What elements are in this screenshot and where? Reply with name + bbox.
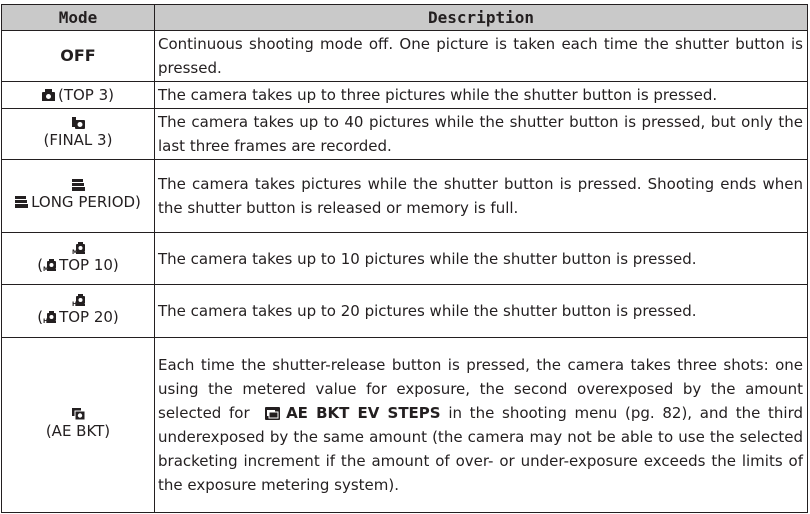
table-row: (TOP 3) The camera takes up to three pic… (1, 81, 808, 109)
shooting-menu-icon (265, 403, 281, 420)
mode-column-header: Mode (1, 4, 155, 31)
long-period-burst-icon (15, 196, 29, 208)
mode-label: (FINAL 3) (43, 131, 113, 149)
description-cell: The camera takes pictures while the shut… (154, 159, 808, 233)
mode-cell: (AE BKT) (1, 337, 155, 513)
mode-cell: OFF (1, 30, 155, 82)
mode-label: (TOP 3) (57, 86, 115, 104)
description-cell: The camera takes up to 10 pictures while… (154, 232, 808, 285)
table-row: (AE BKT) Each time the shutter-release b… (1, 337, 808, 513)
long-period-burst-icon (71, 179, 85, 191)
top20-burst-icon: H (43, 311, 57, 323)
menu-item-name: AE BKT EV STEPS (286, 404, 441, 422)
top10-burst-icon: M (72, 241, 85, 254)
mode-label: TOP 10) (59, 255, 119, 274)
description-cell: Each time the shutter-release button is … (154, 337, 808, 513)
top10-burst-icon: M (43, 258, 57, 271)
table-row: M (M TOP 10) The camera takes up to 10 pi… (1, 232, 808, 285)
description-cell: The camera takes up to 20 pictures while… (154, 284, 808, 338)
final3-burst-icon (71, 117, 85, 129)
mode-cell: LONG PERIOD) (1, 159, 155, 233)
mode-label: TOP 20) (59, 308, 119, 326)
continuous-mode-table: Mode Description OFF Continuous shooting… (1, 4, 808, 513)
table-header-row: Mode Description (1, 4, 808, 31)
mode-label: (AE BKT) (45, 422, 111, 440)
description-cell: The camera takes up to 40 pictures while… (154, 108, 808, 160)
description-cell: The camera takes up to three pictures wh… (154, 81, 808, 109)
description-column-header: Description (154, 4, 808, 31)
top20-burst-icon: H (72, 294, 85, 306)
table-row: LONG PERIOD) The camera takes pictures w… (1, 159, 808, 233)
mode-cell: M (M TOP 10) (1, 232, 155, 285)
mode-cell: (FINAL 3) (1, 108, 155, 160)
ae-bracketing-icon (71, 408, 85, 420)
table-row: (FINAL 3) The camera takes up to 40 pict… (1, 108, 808, 160)
mode-cell: (TOP 3) (1, 81, 155, 109)
mode-label: OFF (60, 46, 96, 65)
mode-cell: H (H TOP 20) (1, 284, 155, 338)
description-text: in the shooting menu (pg. 82), and the t… (158, 404, 803, 494)
table-row: OFF Continuous shooting mode off. One pi… (1, 30, 808, 82)
table-row: H (H TOP 20) The camera takes up to 20 pi… (1, 284, 808, 338)
description-cell: Continuous shooting mode off. One pictur… (154, 30, 808, 82)
mode-label: LONG PERIOD) (31, 193, 141, 211)
top3-burst-icon (41, 89, 55, 101)
